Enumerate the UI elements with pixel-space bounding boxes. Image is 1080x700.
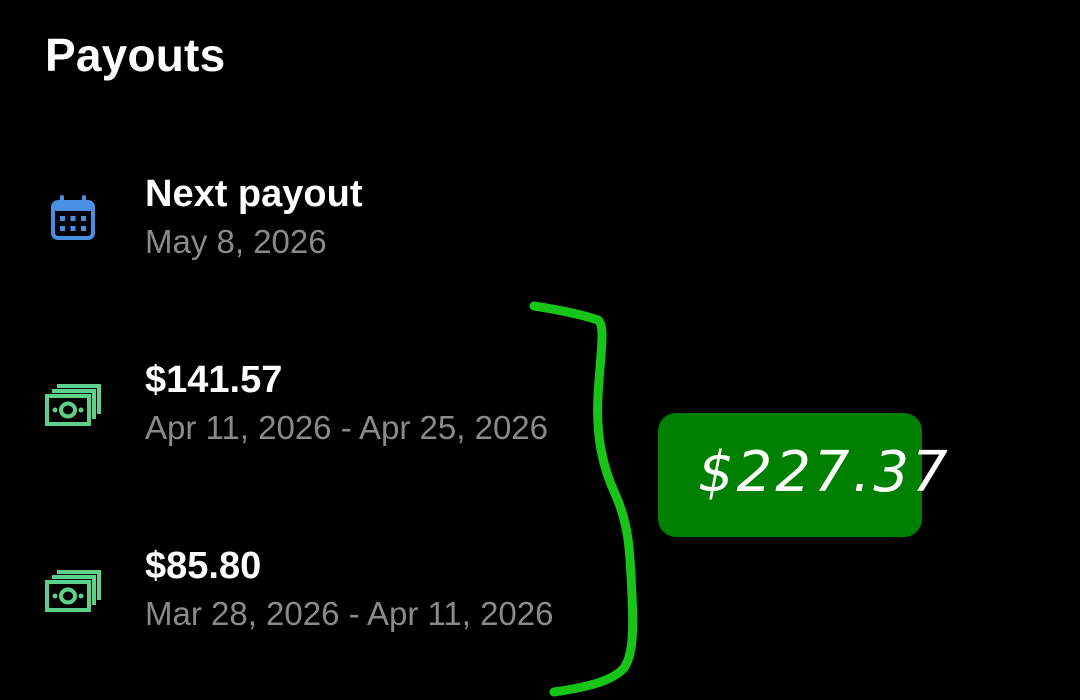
payout-amount: $85.80 [145, 545, 262, 587]
page-title: Payouts [45, 29, 226, 81]
calendar-icon [51, 195, 95, 240]
payout-period: Apr 11, 2026 - Apr 25, 2026 [145, 409, 549, 446]
annotation-total-badge: $227.37 [658, 413, 948, 537]
next-payout-label: Next payout [145, 173, 363, 215]
cash-icon [45, 570, 101, 612]
annotation-total: $227.37 [698, 440, 951, 505]
next-payout-row[interactable]: Next payout May 8, 2026 [0, 172, 640, 282]
payout-period: Mar 28, 2026 - Apr 11, 2026 [145, 595, 554, 632]
next-payout-date: May 8, 2026 [145, 223, 327, 260]
payout-amount: $141.57 [145, 359, 283, 401]
cash-icon [45, 384, 101, 426]
annotation-brace [529, 301, 638, 697]
